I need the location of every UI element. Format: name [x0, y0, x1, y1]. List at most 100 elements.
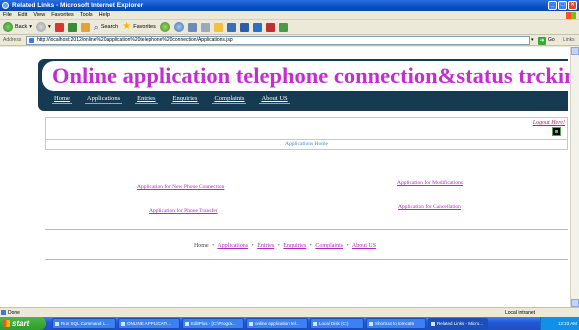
logout-link[interactable]: Logout Here! [533, 120, 565, 126]
address-input[interactable]: http://localhost:2012/online%20applicati… [26, 36, 530, 45]
scroll-up-button[interactable] [571, 47, 579, 55]
address-bar: Address http://localhost:2012/online%20a… [0, 35, 579, 46]
home-icon[interactable] [80, 22, 90, 32]
nav-applications[interactable]: Applications [84, 95, 123, 104]
page-content: Online application telephone connection&… [0, 47, 579, 307]
stop-icon[interactable] [54, 22, 64, 32]
menu-view[interactable]: View [33, 11, 45, 19]
edit-icon[interactable] [226, 22, 236, 32]
phone-transfer-link[interactable]: Application for Phone Transfer [149, 208, 218, 214]
content-panel: Logout Here! Applications Home [45, 117, 568, 150]
site-nav: Home Applications Entries Enquiries Comp… [52, 95, 290, 104]
start-label: start [12, 319, 30, 328]
status-bar: Done Local intranet [0, 307, 579, 317]
folder-icon[interactable] [213, 22, 223, 32]
task-button[interactable]: Shortcut to tomcat6 [366, 318, 426, 329]
go-arrow-icon: ➜ [538, 36, 546, 45]
history-icon[interactable] [173, 22, 184, 32]
discuss-icon[interactable] [239, 22, 249, 32]
forward-arrow-icon [36, 22, 46, 32]
address-label: Address [3, 37, 22, 43]
refresh-icon[interactable] [67, 22, 77, 32]
footer-about-us[interactable]: About US [352, 243, 376, 249]
nav-home[interactable]: Home [52, 95, 72, 104]
close-button[interactable]: × [568, 1, 577, 10]
cancellation-link[interactable]: Application for Cancellation [398, 204, 461, 210]
footer-separator: • [212, 243, 215, 249]
task-button[interactable]: ONLINE APPLICATI... [118, 318, 180, 329]
back-label: Back [15, 24, 28, 30]
footer-separator: • [277, 243, 280, 249]
task-button-active[interactable]: Related Links - Micro... [428, 318, 488, 329]
minimize-button[interactable]: _ [548, 1, 557, 10]
search-button[interactable]: ⌕ Search [94, 21, 118, 33]
window-title: Related Links - Microsoft Internet Explo… [12, 2, 144, 9]
task-button[interactable]: online application tel... [246, 318, 308, 329]
favorites-star-icon: ★ [122, 21, 132, 32]
window-title-bar[interactable]: Related Links - Microsoft Internet Explo… [0, 0, 579, 11]
forward-button[interactable]: ▾ [36, 21, 51, 33]
clock[interactable]: 12:23 AM [558, 321, 577, 326]
page-status-icon [1, 310, 6, 315]
menu-bar: File Edit View Favorites Tools Help [0, 11, 579, 20]
search-label: Search [100, 24, 119, 30]
footer-separator: • [309, 243, 312, 249]
home-icon[interactable] [552, 127, 561, 136]
links-button[interactable]: Links [563, 35, 575, 46]
back-arrow-icon [3, 22, 13, 32]
research-icon[interactable] [265, 22, 275, 32]
menu-help[interactable]: Help [99, 11, 110, 19]
footer-separator: • [251, 243, 254, 249]
footer-entries[interactable]: Entries [257, 243, 274, 249]
vertical-scrollbar[interactable] [570, 47, 579, 307]
nav-about-us[interactable]: About US [259, 95, 290, 104]
dropdown-arrow-icon: ▾ [48, 24, 51, 30]
applications-home-link[interactable]: Applications Home [46, 141, 567, 147]
scroll-down-button[interactable] [571, 299, 579, 307]
system-tray: 12:23 AM [540, 317, 579, 330]
footer-enquiries[interactable]: Enquiries [283, 243, 306, 249]
new-connection-link[interactable]: Application for New Phone Connection [137, 184, 224, 190]
start-button[interactable]: start [0, 317, 46, 330]
footer-applications[interactable]: Applications [217, 243, 248, 249]
footer-complaints[interactable]: Complaints [315, 243, 343, 249]
nav-complaints[interactable]: Complaints [212, 95, 247, 104]
tool-icon[interactable] [278, 22, 288, 32]
menu-edit[interactable]: Edit [18, 11, 27, 19]
search-icon: ⌕ [93, 21, 99, 32]
footer-home[interactable]: Home [194, 243, 209, 249]
task-button[interactable]: Run SQL Command L... [52, 318, 116, 329]
go-label: Go [548, 37, 555, 43]
favorites-label: Favorites [133, 24, 156, 30]
divider [45, 229, 568, 230]
menu-tools[interactable]: Tools [80, 11, 93, 19]
print-icon[interactable] [200, 22, 210, 32]
nav-entries[interactable]: Entries [135, 95, 158, 104]
mail-icon[interactable] [187, 22, 197, 32]
menu-favorites[interactable]: Favorites [51, 11, 74, 19]
address-dropdown-icon[interactable]: ▾ [531, 37, 537, 44]
browser-toolbar: Back ▾ ▾ ⌕ Search ★ Favorites [0, 20, 579, 35]
site-title: Online application telephone connection&… [52, 63, 579, 88]
windows-flag-icon [3, 320, 10, 327]
footer-nav: Home • Applications • Entries • Enquirie… [0, 243, 570, 249]
dropdown-arrow-icon: ▾ [29, 24, 32, 30]
maximize-button[interactable]: □ [558, 1, 567, 10]
nav-enquiries[interactable]: Enquiries [170, 95, 200, 104]
internet-explorer-icon [2, 2, 9, 9]
taskbar: start Run SQL Command L... ONLINE APPLIC… [0, 317, 579, 330]
task-button[interactable]: Local Disk (C:) [310, 318, 364, 329]
favorites-button[interactable]: ★ Favorites [122, 21, 156, 33]
go-button[interactable]: ➜ Go [538, 36, 555, 45]
panel-top: Logout Here! [46, 118, 567, 140]
media-icon[interactable] [159, 22, 170, 32]
back-button[interactable]: Back ▾ [3, 21, 32, 33]
messenger-icon[interactable] [252, 22, 262, 32]
modifications-link[interactable]: Application for Modifications [397, 180, 463, 186]
divider [45, 259, 568, 260]
address-url: http://localhost:2012/online%20applicati… [37, 37, 233, 43]
task-button[interactable]: EditPlus - [C:\Progra... [182, 318, 244, 329]
windows-logo-icon [566, 12, 576, 19]
menu-file[interactable]: File [3, 11, 12, 19]
footer-separator: • [346, 243, 349, 249]
